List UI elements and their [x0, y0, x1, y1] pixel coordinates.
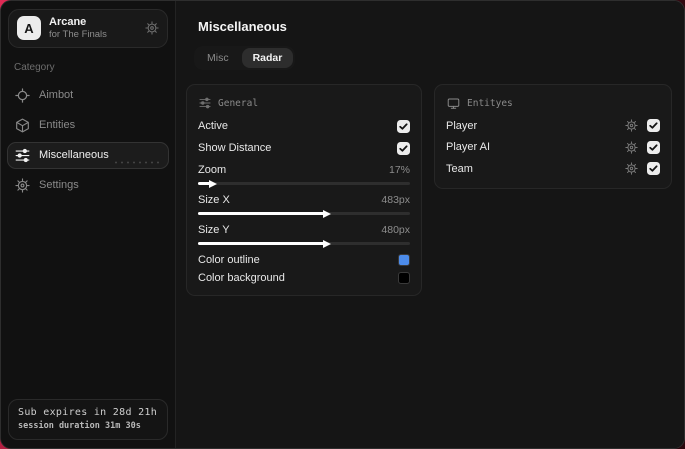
entity-row-player-ai: Player AI: [446, 137, 660, 159]
gear-icon[interactable]: [625, 162, 638, 175]
sidebar-item-label: Aimbot: [39, 89, 74, 102]
sidebar-item-settings[interactable]: Settings: [7, 172, 169, 199]
player-ai-checkbox[interactable]: [647, 140, 660, 154]
sidebar-item-label: Miscellaneous: [39, 149, 109, 162]
app-settings-gear-icon[interactable]: [145, 21, 159, 35]
size-x-slider-labels: Size X 483px: [198, 191, 410, 208]
general-panel-title: General: [218, 97, 259, 109]
main-content: Miscellaneous Misc Radar General Active: [176, 1, 684, 448]
gear-icon[interactable]: [625, 141, 638, 154]
monitor-icon: [447, 97, 460, 110]
toggle-label: Show Distance: [198, 142, 272, 154]
slider-value: 17%: [388, 163, 410, 176]
entity-row-team: Team: [446, 158, 660, 180]
toggle-label: Active: [198, 120, 228, 132]
gear-icon[interactable]: [625, 119, 638, 132]
size-y-slider[interactable]: [198, 239, 410, 248]
entities-panel-title: Entityes: [467, 97, 513, 109]
sliders-icon: [15, 148, 30, 163]
sidebar-nav: Aimbot Entities Miscellaneous Settings: [1, 79, 175, 202]
page-title: Miscellaneous: [198, 19, 287, 34]
sidebar-item-label: Entities: [39, 119, 76, 132]
color-background-swatch[interactable]: [398, 272, 410, 284]
dots-decoration: [113, 159, 159, 165]
slider-thumb[interactable]: [323, 209, 332, 218]
slider-fill: [198, 212, 326, 215]
category-label: Category: [14, 61, 55, 73]
sidebar-item-aimbot[interactable]: Aimbot: [7, 82, 169, 109]
slider-fill: [198, 242, 326, 245]
app-window: A Arcane for The Finals Category Aimbot …: [0, 0, 685, 449]
session-duration-text: session duration 31m 30s: [18, 421, 141, 431]
slider-value: 483px: [381, 193, 410, 206]
color-background-row: Color background: [198, 269, 410, 287]
slider-thumb[interactable]: [323, 239, 332, 248]
toggle-row-active: Active: [198, 115, 410, 137]
panels-row: General Active Show Distance Zoom 17% Si…: [186, 84, 672, 296]
app-subtitle: for The Finals: [49, 28, 107, 40]
entity-row-player: Player: [446, 115, 660, 137]
app-name: Arcane: [49, 16, 87, 28]
tab-radar[interactable]: Radar: [241, 48, 294, 68]
color-outline-row: Color outline: [198, 251, 410, 269]
color-outline-swatch[interactable]: [398, 254, 410, 266]
crosshair-icon: [15, 88, 30, 103]
active-checkbox[interactable]: [397, 119, 410, 133]
gear-icon: [15, 178, 30, 193]
zoom-slider-labels: Zoom 17%: [198, 161, 410, 178]
color-label: Color background: [198, 272, 285, 284]
team-checkbox[interactable]: [647, 162, 660, 176]
slider-value: 480px: [381, 223, 410, 236]
entities-panel: Entityes Player Player AI Team: [434, 84, 672, 189]
size-y-slider-labels: Size Y 480px: [198, 221, 410, 238]
general-panel-header: General: [199, 96, 410, 110]
tab-misc[interactable]: Misc: [196, 48, 240, 68]
color-label: Color outline: [198, 254, 260, 266]
tab-bar: Misc Radar: [194, 46, 296, 70]
sidebar-item-entities[interactable]: Entities: [7, 112, 169, 139]
show-distance-checkbox[interactable]: [397, 141, 410, 155]
entities-panel-header: Entityes: [447, 96, 660, 110]
app-title-block: Arcane for The Finals: [49, 16, 107, 41]
toggle-row-show-distance: Show Distance: [198, 137, 410, 159]
player-checkbox[interactable]: [647, 119, 660, 133]
slider-label: Zoom: [198, 163, 227, 176]
sidebar-item-miscellaneous[interactable]: Miscellaneous: [7, 141, 169, 169]
general-panel: General Active Show Distance Zoom 17% Si…: [186, 84, 422, 296]
subscription-status-card: Sub expires in 28d 21h session duration …: [8, 399, 168, 440]
slider-label: Size X: [198, 193, 230, 206]
sliders-icon: [199, 97, 211, 109]
entity-label: Player AI: [446, 141, 491, 154]
app-header-card: A Arcane for The Finals: [8, 9, 168, 48]
sidebar-item-label: Settings: [39, 179, 79, 192]
cube-icon: [15, 118, 30, 133]
size-x-slider[interactable]: [198, 209, 410, 218]
sidebar: A Arcane for The Finals Category Aimbot …: [1, 1, 176, 448]
zoom-slider[interactable]: [198, 179, 410, 188]
sub-expiry-text: Sub expires in 28d 21h: [18, 407, 158, 418]
entity-label: Player: [446, 119, 478, 132]
entity-label: Team: [446, 162, 473, 175]
app-logo: A: [17, 16, 41, 41]
slider-label: Size Y: [198, 223, 230, 236]
slider-thumb[interactable]: [208, 179, 217, 188]
